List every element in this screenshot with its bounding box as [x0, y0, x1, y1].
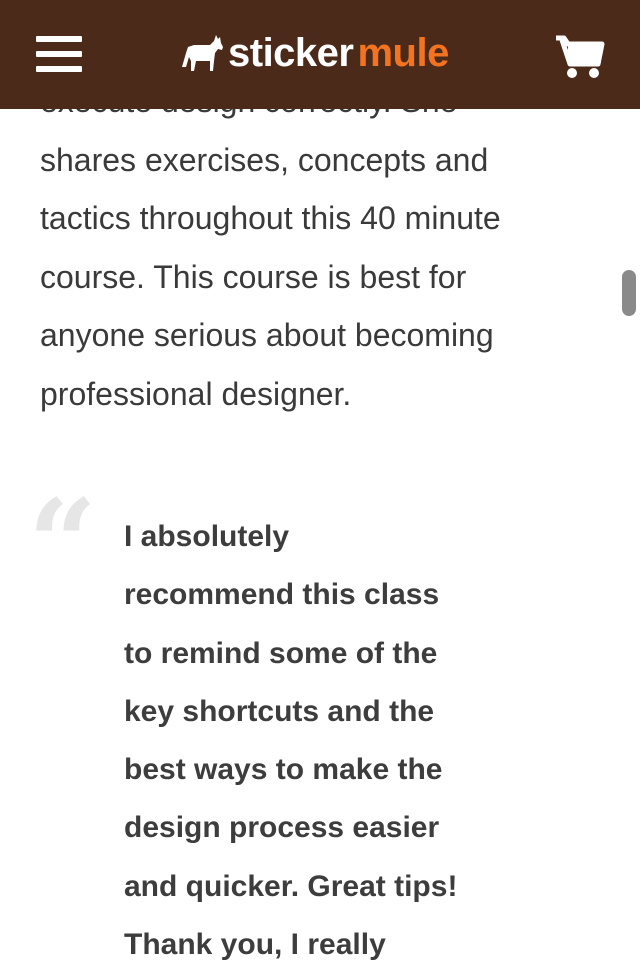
hamburger-menu-icon[interactable]	[32, 26, 88, 82]
description-line: anyone serious about becoming	[40, 317, 494, 353]
menu-bar	[36, 36, 82, 42]
logo-text-sticker: sticker	[228, 31, 354, 75]
mule-icon	[182, 35, 223, 71]
course-description: execute design correctly. She shares exe…	[40, 72, 600, 423]
testimonial-line: key shortcuts and the	[124, 694, 435, 728]
quote-mark-icon: “	[28, 473, 98, 614]
site-header: sticker mule	[0, 0, 640, 109]
testimonial-line: recommend this class	[124, 578, 440, 612]
menu-bar	[36, 66, 82, 72]
description-line: professional designer.	[40, 375, 352, 412]
description-line: tactics throughout this 40 minute	[40, 200, 501, 236]
testimonial-quote: I absolutely recommend this class to rem…	[124, 508, 524, 974]
scrollbar-thumb[interactable]	[622, 270, 636, 316]
testimonial-line: I absolutely	[124, 520, 290, 553]
testimonial-line: Thank you, I really	[124, 928, 386, 962]
shopping-cart-icon[interactable]	[554, 34, 606, 80]
description-line: shares exercises, concepts and	[40, 141, 489, 178]
stickermule-logo[interactable]: sticker mule	[180, 28, 449, 78]
testimonial-line: to remind some of the	[124, 636, 438, 670]
description-line: course. This course is best for	[40, 258, 467, 295]
logo-text-mule: mule	[357, 31, 449, 75]
testimonial-line: best ways to make the	[124, 753, 443, 787]
testimonial-line: design process easier	[124, 811, 440, 845]
testimonial-line: and quicker. Great tips!	[124, 869, 458, 903]
menu-bar	[36, 51, 82, 57]
